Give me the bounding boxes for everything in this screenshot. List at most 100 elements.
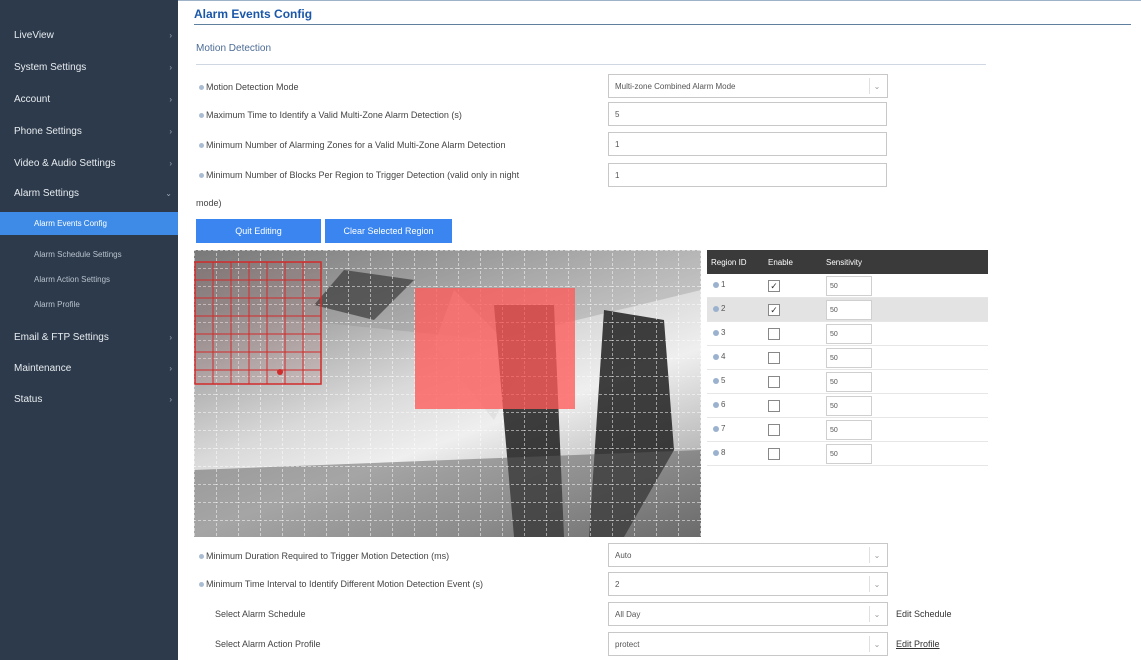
- schedule-select[interactable]: All Day ⌄: [608, 602, 888, 626]
- region-row[interactable]: 6 50: [707, 394, 988, 418]
- sidebar-item-label: Account: [14, 94, 51, 105]
- label-text: Motion Detection Mode: [206, 82, 299, 92]
- info-dot-icon: [199, 554, 204, 559]
- edit-schedule-link[interactable]: Edit Schedule: [896, 609, 952, 619]
- region-enable-checkbox[interactable]: ✓: [768, 280, 780, 292]
- sidebar-item-label: Status: [14, 394, 43, 405]
- edit-profile-link[interactable]: Edit Profile: [896, 639, 940, 649]
- chevron-down-icon: ⌄: [165, 189, 172, 198]
- region-row[interactable]: 5 50: [707, 370, 988, 394]
- section-title: Motion Detection: [196, 43, 272, 54]
- region-row[interactable]: 8 50: [707, 442, 988, 466]
- region-enable-checkbox[interactable]: [768, 448, 780, 460]
- region-sensitivity-input[interactable]: 50: [826, 420, 872, 440]
- region-row[interactable]: 3 50: [707, 322, 988, 346]
- min-blocks-input[interactable]: 1: [608, 163, 887, 187]
- sidebar-item-label: Email & FTP Settings: [14, 332, 109, 343]
- select-value: 2: [615, 579, 620, 589]
- select-value: All Day: [615, 609, 641, 619]
- chevron-right-icon: ›: [169, 127, 172, 136]
- profile-select[interactable]: protect ⌄: [608, 632, 888, 656]
- sidebar-subitem-label: Alarm Profile: [34, 300, 80, 309]
- max-time-label: Maximum Time to Identify a Valid Multi-Z…: [199, 110, 462, 120]
- region-dot-icon: [713, 377, 719, 384]
- region-row[interactable]: 2 ✓ 50: [707, 298, 988, 322]
- sidebar-subitem-label: Alarm Action Settings: [34, 275, 111, 284]
- label-text: Minimum Duration Required to Trigger Mot…: [206, 551, 450, 561]
- camera-preview[interactable]: [194, 250, 701, 537]
- sidebar-subitem-label: Alarm Events Config: [34, 219, 107, 228]
- chevron-right-icon: ›: [169, 159, 172, 168]
- sidebar-item-label: Alarm Settings: [14, 188, 80, 199]
- region-sensitivity-input[interactable]: 50: [826, 396, 872, 416]
- chevron-down-icon: ⌄: [869, 636, 884, 652]
- region-dot-icon: [713, 329, 719, 336]
- sidebar-item-video-audio-settings[interactable]: Video & Audio Settings ›: [0, 148, 178, 179]
- input-value: 5: [615, 109, 620, 119]
- min-zones-input[interactable]: 1: [608, 132, 887, 156]
- region-enable-checkbox[interactable]: ✓: [768, 304, 780, 316]
- region-enable-checkbox[interactable]: [768, 328, 780, 340]
- region-dot-icon: [713, 353, 719, 360]
- sidebar-item-phone-settings[interactable]: Phone Settings ›: [0, 116, 178, 147]
- sidebar-item-maintenance[interactable]: Maintenance ›: [0, 353, 178, 384]
- region-enable-checkbox[interactable]: [768, 376, 780, 388]
- sidebar-item-alarm-settings[interactable]: Alarm Settings ⌄: [0, 178, 178, 209]
- min-interval-select[interactable]: 2 ⌄: [608, 572, 888, 596]
- input-value: 1: [615, 139, 620, 149]
- sidebar-item-label: LiveView: [14, 30, 54, 41]
- sidebar-item-status[interactable]: Status ›: [0, 384, 178, 415]
- label-text: Maximum Time to Identify a Valid Multi-Z…: [206, 110, 462, 120]
- top-divider: [178, 0, 1141, 1]
- sidebar-subitem-alarm-schedule-settings[interactable]: Alarm Schedule Settings: [0, 243, 178, 266]
- sidebar-subitem-alarm-events-config[interactable]: Alarm Events Config: [0, 212, 178, 235]
- region-id-text: 3: [721, 328, 726, 337]
- region-row[interactable]: 7 50: [707, 418, 988, 442]
- sidebar-item-email-ftp-settings[interactable]: Email & FTP Settings ›: [0, 322, 178, 353]
- sidebar-subitem-label: Alarm Schedule Settings: [34, 250, 122, 259]
- section-divider: [196, 64, 986, 65]
- region-sensitivity-input[interactable]: 50: [826, 372, 872, 392]
- sensitivity-value: 50: [830, 402, 838, 410]
- region-sensitivity-input[interactable]: 50: [826, 348, 872, 368]
- sensitivity-value: 50: [830, 378, 838, 386]
- clear-selected-region-button[interactable]: Clear Selected Region: [325, 219, 452, 243]
- region-id-text: 1: [721, 280, 726, 289]
- region-enable-checkbox[interactable]: [768, 352, 780, 364]
- min-blocks-label-cont: mode): [196, 198, 222, 208]
- sidebar-subitem-alarm-profile[interactable]: Alarm Profile: [0, 293, 178, 316]
- chevron-right-icon: ›: [169, 95, 172, 104]
- label-text: Minimum Number of Alarming Zones for a V…: [206, 140, 506, 150]
- region-sensitivity-input[interactable]: 50: [826, 444, 872, 464]
- label-text: Minimum Time Interval to Identify Differ…: [206, 579, 483, 589]
- sensitivity-value: 50: [830, 306, 838, 314]
- chevron-down-icon: ⌄: [869, 606, 884, 622]
- min-duration-select[interactable]: Auto ⌄: [608, 543, 888, 567]
- region-sensitivity-input[interactable]: 50: [826, 324, 872, 344]
- max-time-input[interactable]: 5: [608, 102, 887, 126]
- region-sensitivity-input[interactable]: 50: [826, 276, 872, 296]
- chevron-right-icon: ›: [169, 31, 172, 40]
- region-enable-checkbox[interactable]: [768, 424, 780, 436]
- mode-label: Motion Detection Mode: [199, 82, 299, 92]
- quit-editing-button[interactable]: Quit Editing: [196, 219, 321, 243]
- sidebar-subitem-alarm-action-settings[interactable]: Alarm Action Settings: [0, 268, 178, 291]
- header-sensitivity: Sensitivity: [826, 257, 863, 267]
- sidebar-item-liveview[interactable]: LiveView ›: [0, 20, 178, 51]
- region-id: 1: [713, 280, 725, 289]
- chevron-right-icon: ›: [169, 333, 172, 342]
- region-row[interactable]: 4 50: [707, 346, 988, 370]
- page-title: Alarm Events Config: [194, 7, 313, 21]
- region-row[interactable]: 1 ✓ 50: [707, 274, 988, 298]
- region-sensitivity-input[interactable]: 50: [826, 300, 872, 320]
- region-id: 5: [713, 376, 725, 385]
- min-duration-label: Minimum Duration Required to Trigger Mot…: [199, 551, 449, 561]
- sidebar-item-system-settings[interactable]: System Settings ›: [0, 52, 178, 83]
- sidebar-item-account[interactable]: Account ›: [0, 84, 178, 115]
- region-id-text: 8: [721, 448, 726, 457]
- sensitivity-value: 50: [830, 282, 838, 290]
- mode-select[interactable]: Multi-zone Combined Alarm Mode ⌄: [608, 74, 888, 98]
- region-enable-checkbox[interactable]: [768, 400, 780, 412]
- select-value: Auto: [615, 550, 632, 560]
- region-dot-icon: [713, 305, 719, 312]
